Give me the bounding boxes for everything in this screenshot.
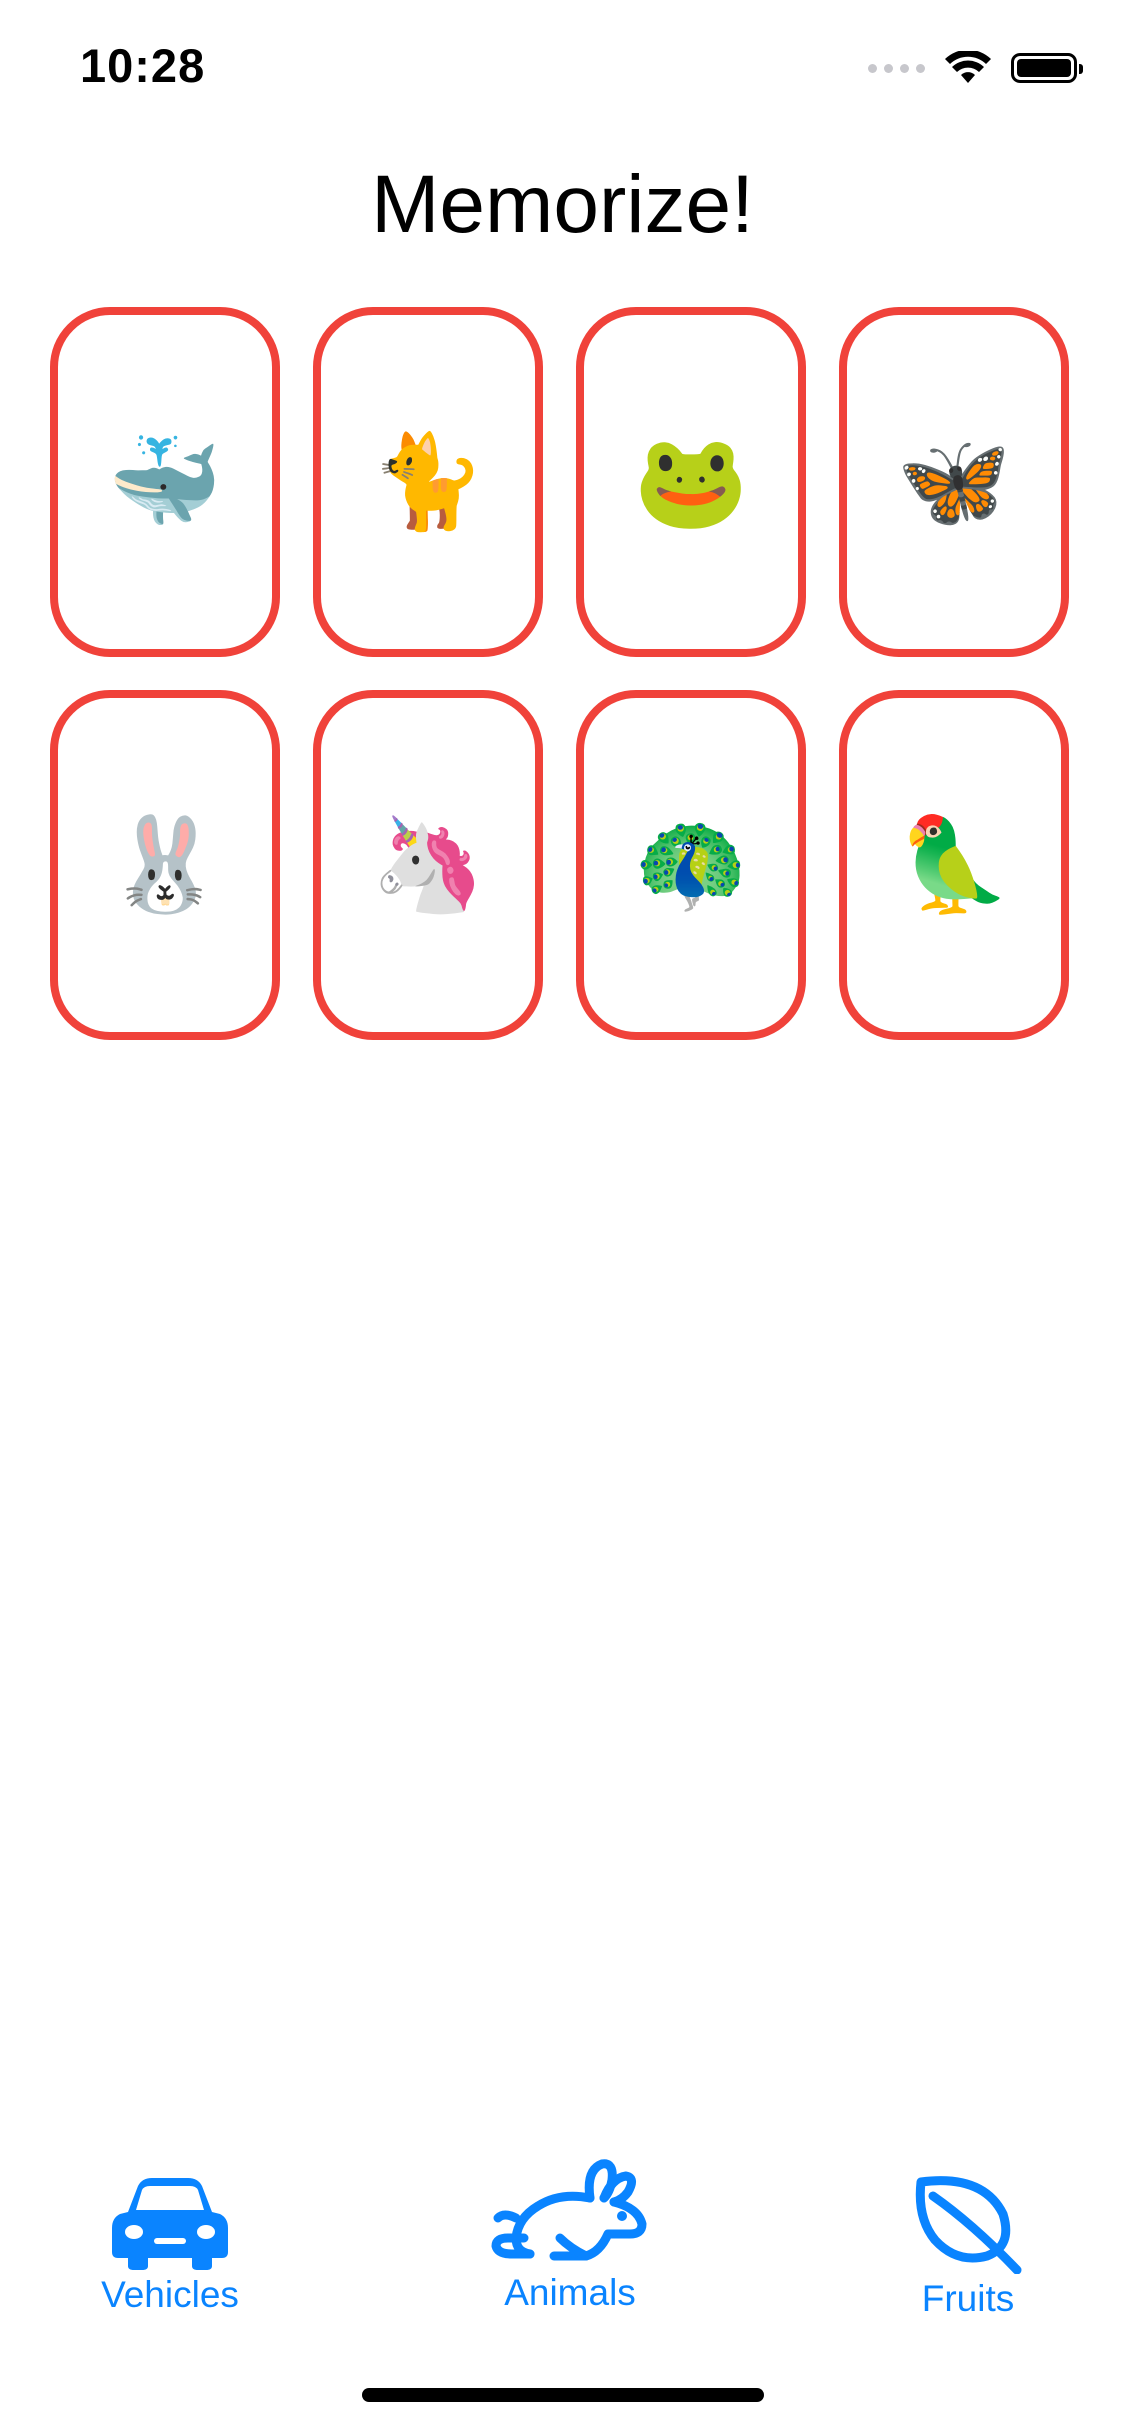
tab-vehicles[interactable]: Vehicles xyxy=(90,2174,250,2316)
rabbit-emoji: 🐰 xyxy=(107,814,223,916)
card-frog[interactable]: 🐸 xyxy=(576,307,806,657)
hare-icon xyxy=(491,2159,647,2261)
battery-icon xyxy=(1011,53,1083,83)
card-rabbit[interactable]: 🐰 xyxy=(50,690,280,1040)
card-grid: 🐳 🐈 🐸 🦋 🐰 🦄 🦚 🦜 xyxy=(50,307,1078,1040)
page-title: Memorize! xyxy=(371,159,754,250)
status-icons xyxy=(868,48,1083,88)
tab-fruits-label: Fruits xyxy=(921,2278,1015,2319)
unicorn-emoji: 🦄 xyxy=(370,814,486,916)
card-butterfly[interactable]: 🦋 xyxy=(839,307,1069,657)
card-whale[interactable]: 🐳 xyxy=(50,307,280,657)
butterfly-emoji: 🦋 xyxy=(896,431,1012,533)
tab-animals[interactable]: Animals xyxy=(480,2158,660,2314)
parrot-emoji: 🦜 xyxy=(896,814,1012,916)
card-unicorn[interactable]: 🦄 xyxy=(313,690,543,1040)
card-peacock[interactable]: 🦚 xyxy=(576,690,806,1040)
tab-vehicles-label: Vehicles xyxy=(101,2274,239,2315)
wifi-icon xyxy=(945,51,991,83)
status-bar: 10:28 xyxy=(0,0,1125,140)
status-time: 10:28 xyxy=(80,39,206,92)
tab-fruits[interactable]: Fruits xyxy=(888,2174,1048,2320)
whale-emoji: 🐳 xyxy=(107,431,223,533)
leaf-icon xyxy=(915,2176,1022,2274)
home-indicator[interactable] xyxy=(362,2388,764,2402)
tab-bar: Vehicles Animals Fruits xyxy=(0,2150,1125,2360)
card-cat[interactable]: 🐈 xyxy=(313,307,543,657)
tab-animals-label: Animals xyxy=(504,2272,636,2313)
frog-emoji: 🐸 xyxy=(633,431,749,533)
peacock-emoji: 🦚 xyxy=(633,814,749,916)
car-icon xyxy=(112,2178,228,2270)
cat-emoji: 🐈 xyxy=(370,431,486,533)
cellular-signal-icon xyxy=(868,63,925,73)
card-parrot[interactable]: 🦜 xyxy=(839,690,1069,1040)
